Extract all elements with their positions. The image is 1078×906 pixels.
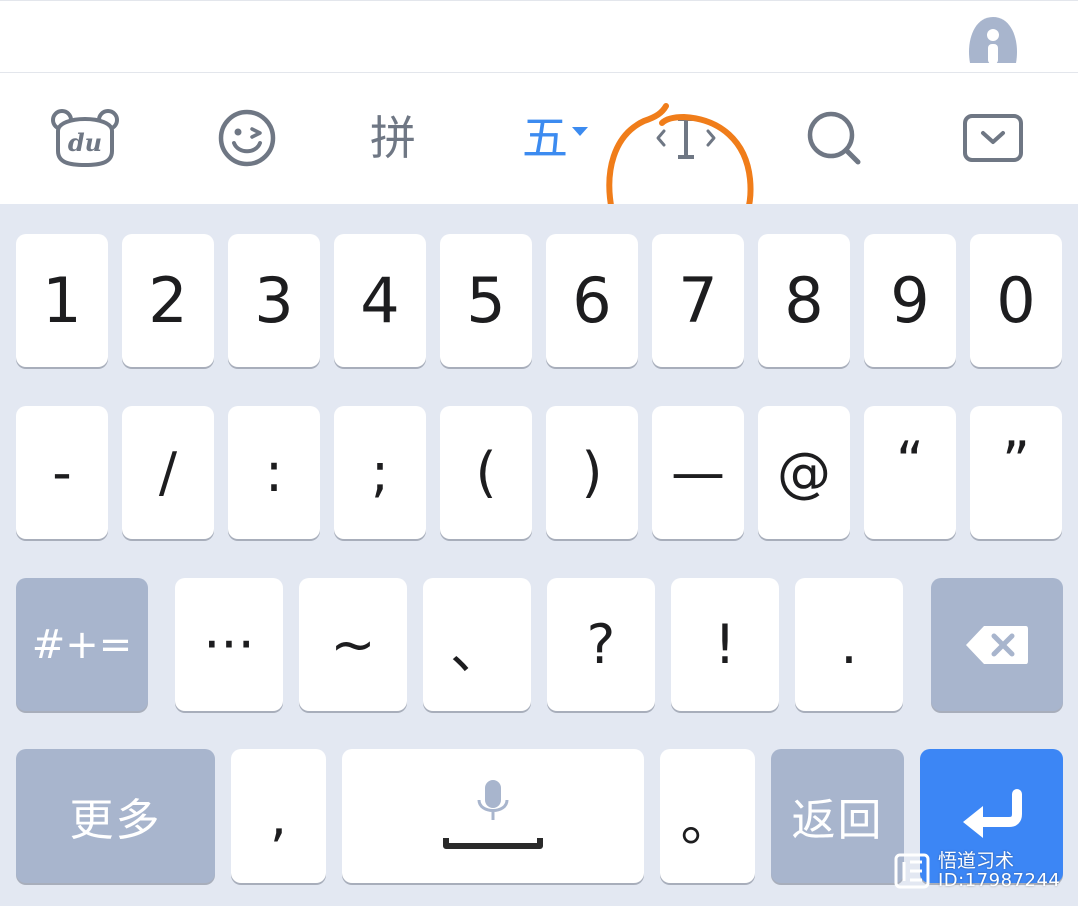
backspace-icon — [966, 625, 1028, 664]
key-exclamation[interactable]: ! — [671, 578, 779, 711]
space-voice-key[interactable] — [342, 749, 644, 883]
key-period[interactable]: . — [795, 578, 903, 711]
microphone-icon — [443, 780, 543, 849]
key-8[interactable]: 8 — [758, 234, 850, 367]
more-symbols-key[interactable]: #+= — [16, 578, 148, 711]
watermark-id: ID:17987244 — [938, 869, 1061, 891]
wubi-label: 五 — [522, 111, 568, 165]
watermark: 悟道习术 ID:17987244 — [894, 850, 1061, 891]
pinyin-mode-button[interactable]: 拼 — [348, 103, 438, 173]
key-1[interactable]: 1 — [16, 234, 108, 367]
watermark-text: 悟道习术 ID:17987244 — [938, 850, 1061, 891]
hide-keyboard-button[interactable] — [948, 103, 1038, 173]
dropdown-caret-icon — [572, 126, 588, 136]
number-row: 1 2 3 4 5 6 7 8 9 0 — [0, 234, 1078, 369]
key-4[interactable]: 4 — [334, 234, 426, 367]
key-9[interactable]: 9 — [864, 234, 956, 367]
key-hyphen[interactable]: - — [16, 406, 108, 539]
svg-text:du: du — [68, 128, 102, 157]
key-ellipsis[interactable]: ··· — [175, 578, 283, 711]
search-button[interactable] — [789, 103, 879, 173]
key-7[interactable]: 7 — [652, 234, 744, 367]
key-0[interactable]: 0 — [970, 234, 1062, 367]
hide-keyboard-icon — [963, 114, 1023, 162]
key-slash[interactable]: / — [122, 406, 214, 539]
emoji-button[interactable] — [202, 103, 292, 173]
key-full-stop[interactable]: 。 — [660, 749, 755, 883]
key-tilde[interactable]: ~ — [299, 578, 407, 711]
back-key[interactable]: 返回 — [771, 749, 904, 883]
key-semicolon[interactable]: ; — [334, 406, 426, 539]
watermark-name: 悟道习术 — [938, 850, 1015, 872]
backspace-key[interactable] — [931, 578, 1063, 711]
key-right-paren[interactable]: ) — [546, 406, 638, 539]
cursor-move-button[interactable] — [641, 103, 731, 173]
key-dash[interactable]: — — [652, 406, 744, 539]
key-6[interactable]: 6 — [546, 234, 638, 367]
text-input-area[interactable] — [0, 0, 1078, 73]
key-colon[interactable]: : — [228, 406, 320, 539]
emoji-icon — [218, 109, 276, 167]
more-key[interactable]: 更多 — [16, 749, 215, 883]
assistant-icon[interactable] — [962, 11, 1024, 69]
search-icon — [807, 111, 861, 165]
key-left-paren[interactable]: ( — [440, 406, 532, 539]
punctuation-row: #+= ··· ~ 、 ? ! . — [0, 578, 1078, 713]
key-5[interactable]: 5 — [440, 234, 532, 367]
key-2[interactable]: 2 — [122, 234, 214, 367]
key-3[interactable]: 3 — [228, 234, 320, 367]
key-left-quote[interactable]: “ — [864, 406, 956, 539]
back-key-label: 返回 — [791, 795, 884, 846]
key-at[interactable]: @ — [758, 406, 850, 539]
keyboard-screen: du 拼 五 1 2 3 4 5 6 7 8 9 0 - /: ; () —… — [0, 0, 1078, 906]
baidu-bear-logo-icon: du — [51, 109, 119, 168]
key-enumeration-comma[interactable]: 、 — [423, 578, 531, 711]
watermark-logo-icon — [894, 853, 930, 889]
key-comma[interactable]: , — [231, 749, 326, 883]
pinyin-label: 拼 — [370, 111, 416, 165]
keyboard-toolbar: du 拼 五 — [0, 73, 1078, 261]
key-question[interactable]: ? — [547, 578, 655, 711]
baidu-logo-button[interactable]: du — [40, 103, 130, 173]
enter-icon — [962, 789, 1022, 838]
keyboard-body: 1 2 3 4 5 6 7 8 9 0 - / : ; ( ) — @ “ ” … — [0, 204, 1078, 906]
key-right-quote[interactable]: ” — [970, 406, 1062, 539]
cursor-move-icon — [656, 117, 716, 159]
more-key-label: 更多 — [69, 795, 162, 846]
wubi-mode-button[interactable]: 五 — [505, 103, 605, 173]
symbol-row: - / : ; ( ) — @ “ ” — [0, 406, 1078, 541]
